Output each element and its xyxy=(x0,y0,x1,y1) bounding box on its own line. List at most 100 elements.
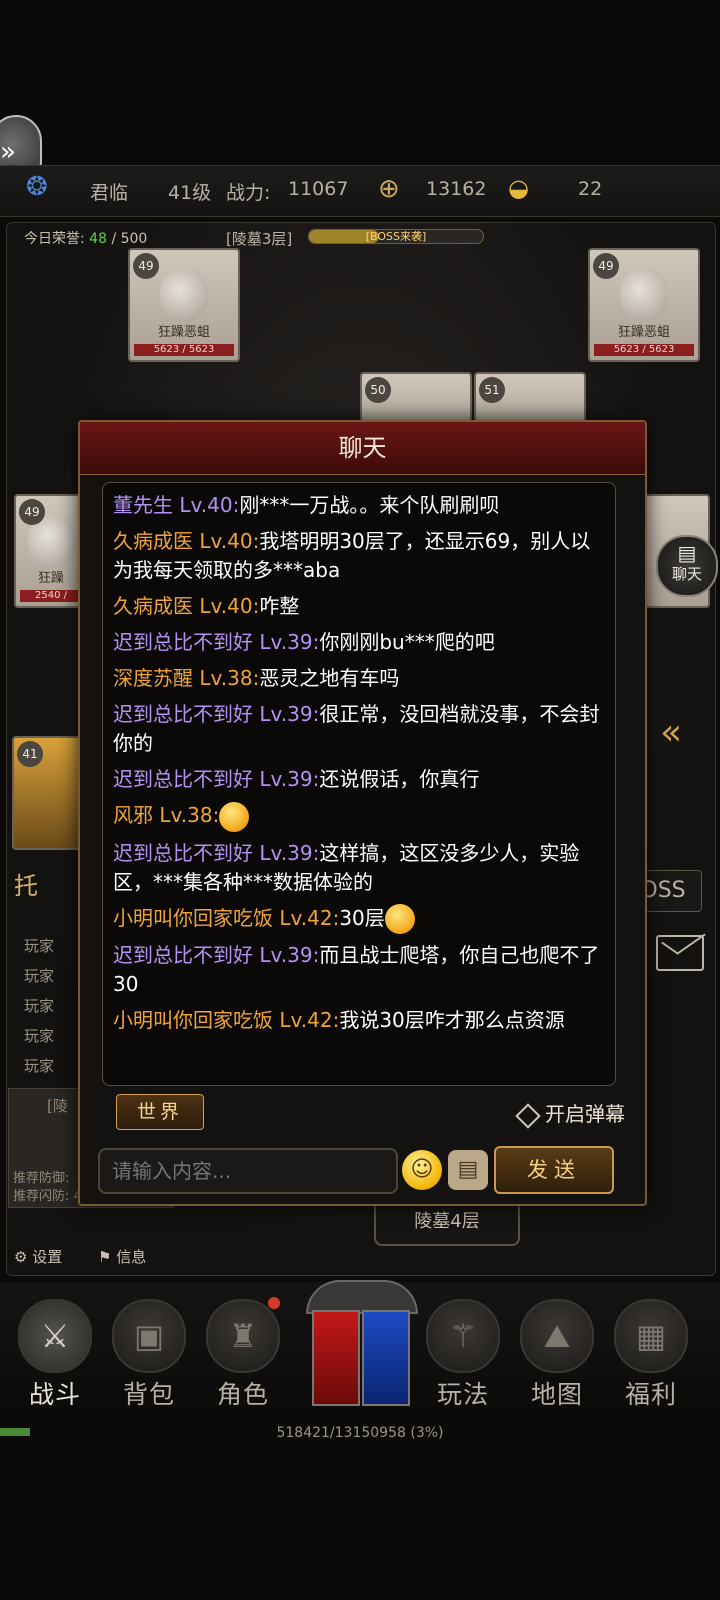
enemy-level: 50 xyxy=(365,377,391,403)
emoji-face-icon xyxy=(384,904,415,934)
player-list-item: 玩家 xyxy=(24,997,55,1015)
chat-text: 恶灵之地有车吗 xyxy=(259,666,400,690)
enemy-name: 狂躁恶蛆 xyxy=(617,325,670,340)
class-emblem-icon: ❂ xyxy=(26,172,48,202)
chat-sender[interactable]: 久病成医 Lv.40: xyxy=(113,594,259,618)
dialog-title: 聊天 xyxy=(80,422,645,475)
blade-icon: ⚚ xyxy=(426,1299,500,1373)
enemy-hp: 5623 / 5623 xyxy=(594,344,694,356)
chat-message-list[interactable]: 董先生 Lv.40:刚***一万战。。来个队刷刷呗久病成医 Lv.40:我塔明明… xyxy=(102,482,616,1086)
chat-message: 久病成医 Lv.40:咋整 xyxy=(113,592,605,621)
chat-text: 我说30层咋才那么点资源 xyxy=(339,1008,565,1032)
nav-label: 战斗 xyxy=(28,1380,81,1409)
recommended-attack: 推荐防御: xyxy=(13,1171,70,1186)
hero-level: 41 xyxy=(17,741,43,767)
chevron-right-icon: » xyxy=(0,137,16,167)
enemy-name: 狂躁 xyxy=(37,571,64,586)
gear-icon: ⚙ xyxy=(14,1248,28,1266)
settings-label: 设置 xyxy=(32,1248,63,1266)
player-header: ❂ 君临 41级 战力: 11067 ⊕ 13162 ◒ 22 xyxy=(0,165,720,217)
chat-message: 董先生 Lv.40:刚***一万战。。来个队刷刷呗 xyxy=(113,491,605,520)
enemy-card[interactable]: 49 狂躁恶蛆 5623 / 5623 xyxy=(588,248,700,362)
player-name: 君临 xyxy=(90,182,129,204)
chat-fab-label: 聊天 xyxy=(671,565,702,583)
auto-button[interactable]: 托 xyxy=(14,866,38,901)
chat-sender[interactable]: 风邪 Lv.38: xyxy=(113,803,219,827)
backpack-icon: ▣ xyxy=(112,1299,186,1373)
nav-battle[interactable]: ⚔ 战斗 xyxy=(10,1295,100,1409)
chat-message: 风邪 Lv.38: xyxy=(113,801,605,832)
hero-card[interactable]: 41 xyxy=(12,736,86,850)
swords-icon: ⚔ xyxy=(18,1299,92,1373)
minimap-label: [陵 xyxy=(47,1097,68,1115)
mail-icon[interactable] xyxy=(656,935,704,971)
nav-character[interactable]: ♜ 角色 xyxy=(198,1295,288,1409)
boss-progress-bar: [BOSS来袭] xyxy=(308,229,484,244)
nav-backpack[interactable]: ▣ 背包 xyxy=(104,1295,194,1409)
center-gate[interactable] xyxy=(298,1280,422,1408)
player-list-item: 玩家 xyxy=(24,937,55,955)
chat-fab-button[interactable]: ▤ 聊天 xyxy=(656,535,718,597)
chat-message: 深度苏醒 Lv.38:恶灵之地有车吗 xyxy=(113,664,605,693)
chat-sender[interactable]: 小明叫你回家吃饭 Lv.42: xyxy=(113,906,339,930)
info-label: 信息 xyxy=(116,1248,147,1266)
honor-max: / 500 xyxy=(111,231,148,247)
enemy-level: 49 xyxy=(19,499,45,525)
gold-ingot-icon: ◒ xyxy=(508,174,529,202)
emoji-face-icon xyxy=(219,801,250,832)
chat-sender[interactable]: 迟到总比不到好 Lv.39: xyxy=(113,943,319,967)
power-value: 11067 xyxy=(288,178,349,200)
chat-sender[interactable]: 迟到总比不到好 Lv.39: xyxy=(113,630,319,654)
channel-world-tab[interactable]: 世界 xyxy=(116,1094,204,1130)
boss-label: [BOSS来袭] xyxy=(365,230,427,243)
enemy-level: 51 xyxy=(479,377,505,403)
danmu-toggle[interactable]: 开启弹幕 xyxy=(515,1098,625,1129)
chat-message: 小明叫你回家吃饭 Lv.42:30层 xyxy=(113,904,605,934)
settings-button[interactable]: ⚙ 设置 xyxy=(14,1246,62,1267)
info-button[interactable]: ⚑ 信息 xyxy=(98,1246,146,1267)
chat-bubble-icon: ▤ xyxy=(677,541,697,565)
helmet-icon: ♜ xyxy=(206,1299,280,1373)
chat-text: 刚***一万战。。来个队刷刷呗 xyxy=(239,493,500,517)
exp-text: 518421/13150958 (3%) xyxy=(276,1425,444,1441)
chat-sender[interactable]: 迟到总比不到好 Lv.39: xyxy=(113,767,319,791)
hp-vial xyxy=(312,1310,360,1406)
chat-message: 小明叫你回家吃饭 Lv.42:我说30层咋才那么点资源 xyxy=(113,1006,605,1035)
power-label: 战力: xyxy=(226,182,271,204)
item-bag-icon[interactable]: ▤ xyxy=(448,1150,488,1190)
chat-message: 迟到总比不到好 Lv.39:还说假话，你真行 xyxy=(113,765,605,794)
chat-input[interactable] xyxy=(98,1148,398,1194)
enemy-card[interactable]: 49 狂躁恶蛆 5623 / 5623 xyxy=(128,248,240,362)
map-icon: ⛰ xyxy=(520,1299,594,1373)
emoji-icon[interactable]: ☺ xyxy=(402,1150,442,1190)
nav-gameplay[interactable]: ⚚ 玩法 xyxy=(418,1295,508,1409)
chat-sender[interactable]: 董先生 Lv.40: xyxy=(113,493,239,517)
enemy-portrait xyxy=(620,268,668,322)
enemy-hp: 2540 / xyxy=(20,590,82,602)
enemy-card[interactable]: 49 狂躁 2540 / xyxy=(14,494,88,608)
enemy-name: 狂躁恶蛆 xyxy=(157,325,210,340)
enemy-level: 49 xyxy=(593,253,619,279)
chat-message: 迟到总比不到好 Lv.39:你刚刚bu***爬的吧 xyxy=(113,628,605,657)
danmu-label: 开启弹幕 xyxy=(545,1102,625,1126)
chat-sender[interactable]: 久病成医 Lv.40: xyxy=(113,529,259,553)
nav-welfare[interactable]: ▦ 福利 xyxy=(606,1295,696,1409)
chat-message: 迟到总比不到好 Lv.39:这样搞，这区没多少人，实验区，***集各种***数据… xyxy=(113,839,605,897)
send-button[interactable]: 发送 xyxy=(494,1146,614,1194)
honor-status: 今日荣誉: 48 / 500 xyxy=(24,228,147,248)
chat-text: 30层 xyxy=(339,905,385,930)
player-list-item: 玩家 xyxy=(24,967,55,985)
coin-count: 13162 xyxy=(426,178,487,200)
chat-dialog: 聊天 董先生 Lv.40:刚***一万战。。来个队刷刷呗 久病成医 Lv.40:我… xyxy=(78,420,647,1206)
chat-message: 久病成医 Lv.40:我塔明明30层了，还显示69，别人以为我每天领取的多***… xyxy=(113,527,605,585)
arrow-left-icon[interactable]: « xyxy=(660,712,682,753)
chat-sender[interactable]: 深度苏醒 Lv.38: xyxy=(113,666,259,690)
coin-icon[interactable]: ⊕ xyxy=(378,174,400,204)
chat-sender[interactable]: 小明叫你回家吃饭 Lv.42: xyxy=(113,1008,339,1032)
enemy-portrait xyxy=(160,268,208,322)
chat-sender[interactable]: 迟到总比不到好 Lv.39: xyxy=(113,841,319,865)
nav-map[interactable]: ⛰ 地图 xyxy=(512,1295,602,1409)
current-floor: [陵墓3层] xyxy=(226,230,293,248)
honor-label: 今日荣誉: xyxy=(24,231,85,247)
chat-sender[interactable]: 迟到总比不到好 Lv.39: xyxy=(113,702,319,726)
